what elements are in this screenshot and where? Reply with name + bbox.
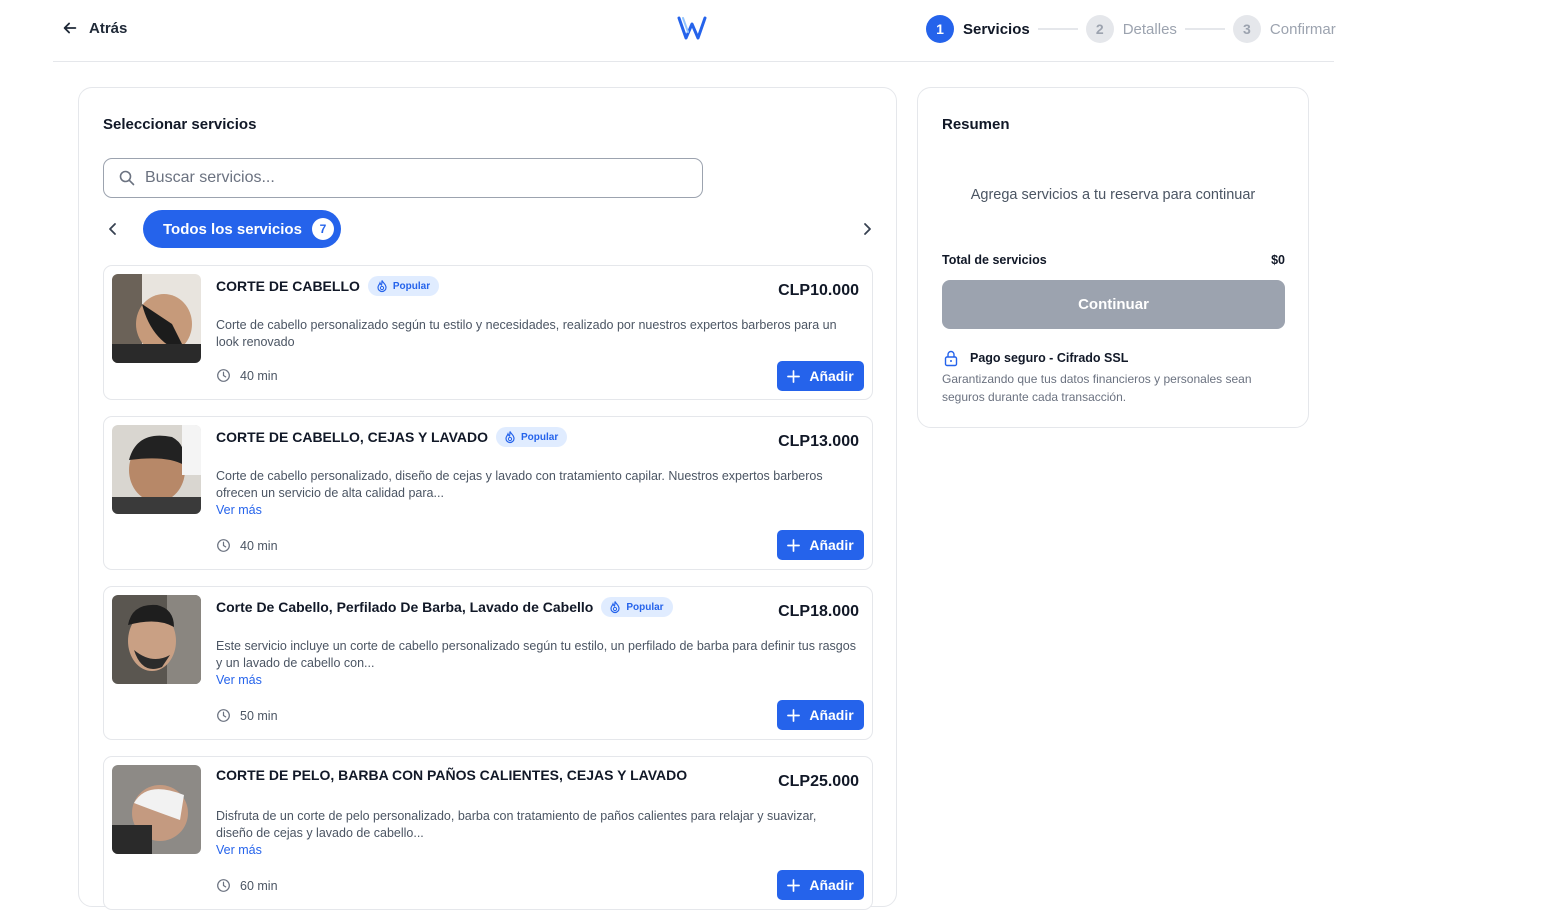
service-duration: 40 min — [216, 538, 278, 553]
badge-label: Popular — [626, 601, 664, 613]
secure-payment-note: Pago seguro - Cifrado SSL Garantizando q… — [942, 349, 1285, 406]
step-confirmar: 3 Confirmar — [1232, 15, 1336, 43]
flame-icon — [610, 601, 620, 614]
step-number: 2 — [1085, 15, 1114, 43]
service-card: CORTE DE CABELLO Popular CLP10.000 Corte… — [103, 265, 873, 400]
service-duration: 50 min — [216, 708, 278, 723]
category-bar: Todos los servicios 7 — [103, 210, 873, 248]
service-duration: 40 min — [216, 368, 278, 383]
progress-steps: 1 Servicios 2 Detalles 3 Confirmar — [926, 15, 1336, 43]
service-card: CORTE DE PELO, BARBA CON PAÑOS CALIENTES… — [103, 756, 873, 910]
plus-icon — [787, 369, 801, 383]
category-count: 7 — [311, 218, 334, 240]
duration-label: 40 min — [240, 368, 278, 383]
empty-cart-message: Agrega servicios a tu reserva para conti… — [970, 187, 1256, 203]
plus-icon — [787, 878, 801, 892]
add-label: Añadir — [809, 877, 854, 893]
service-description: Corte de cabello personalizado, diseño d… — [216, 469, 823, 500]
step-label: Detalles — [1122, 20, 1177, 38]
step-number: 1 — [926, 15, 954, 43]
service-photo — [112, 274, 201, 363]
service-title: CORTE DE CABELLO, CEJAS Y LAVADO — [216, 429, 488, 445]
plus-icon — [787, 538, 801, 552]
service-price: CLP13.000 — [778, 433, 859, 450]
back-button[interactable]: Atrás — [61, 19, 127, 37]
duration-label: 50 min — [240, 708, 278, 723]
clock-icon — [217, 709, 230, 722]
search-icon — [119, 170, 135, 186]
flame-icon — [505, 431, 515, 444]
see-more-link[interactable]: Ver más — [216, 673, 262, 687]
service-card: Corte De Cabello, Perfilado De Barba, La… — [103, 586, 873, 740]
popular-badge: Popular — [367, 276, 440, 296]
arrow-left-icon — [63, 22, 77, 34]
see-more-link[interactable]: Ver más — [216, 843, 262, 857]
service-title: CORTE DE PELO, BARBA CON PAÑOS CALIENTES… — [216, 767, 688, 783]
summary-title: Resumen — [942, 116, 1010, 133]
add-button[interactable]: Añadir — [777, 361, 864, 391]
category-all-services[interactable]: Todos los servicios 7 — [143, 210, 341, 248]
add-button[interactable]: Añadir — [777, 870, 864, 900]
service-photo — [112, 595, 201, 684]
summary-panel: Resumen Agrega servicios a tu reserva pa… — [917, 87, 1309, 428]
service-price: CLP25.000 — [778, 773, 859, 790]
badge-label: Popular — [392, 280, 431, 292]
lock-icon — [944, 350, 958, 367]
step-detalles: 2 Detalles — [1085, 15, 1177, 43]
popular-badge: Popular — [496, 427, 568, 447]
category-label: Todos los servicios — [163, 220, 302, 238]
back-label: Atrás — [89, 19, 128, 37]
step-servicios: 1 Servicios — [926, 15, 1030, 43]
plus-icon — [787, 708, 801, 722]
add-button[interactable]: Añadir — [777, 530, 864, 560]
service-photo — [112, 425, 201, 514]
service-photo — [112, 765, 201, 854]
service-price: CLP18.000 — [778, 603, 859, 620]
duration-label: 40 min — [240, 538, 278, 553]
total-label: Total de servicios — [942, 253, 1047, 267]
step-divider — [1037, 28, 1078, 30]
total-row: Total de servicios $0 — [942, 253, 1285, 267]
service-description: Este servicio incluye un corte de cabell… — [216, 639, 856, 670]
flame-icon — [377, 280, 387, 293]
step-label: Confirmar — [1269, 20, 1336, 38]
chevron-right-icon[interactable] — [857, 219, 877, 239]
logo-icon — [677, 16, 707, 40]
clock-icon — [217, 369, 230, 382]
secure-title: Pago seguro - Cifrado SSL — [970, 351, 1129, 365]
search-input[interactable] — [145, 169, 685, 187]
add-button[interactable]: Añadir — [777, 700, 864, 730]
popular-badge: Popular — [601, 597, 673, 617]
top-bar: Atrás 1 Servicios 2 Detalles 3 Confirmar — [53, 0, 1336, 62]
step-number: 3 — [1232, 15, 1261, 43]
service-description: Corte de cabello personalizado según tu … — [216, 318, 837, 349]
step-divider — [1184, 28, 1225, 30]
secure-text: Garantizando que tus datos financieros y… — [942, 372, 1252, 404]
add-label: Añadir — [809, 707, 854, 723]
total-value: $0 — [1271, 253, 1285, 267]
services-title: Seleccionar servicios — [103, 116, 257, 133]
chevron-left-icon[interactable] — [103, 219, 123, 239]
step-label: Servicios — [963, 20, 1030, 38]
add-label: Añadir — [809, 537, 854, 553]
add-label: Añadir — [809, 368, 854, 384]
service-card: CORTE DE CABELLO, CEJAS Y LAVADO Popular… — [103, 416, 873, 570]
service-price: CLP10.000 — [778, 282, 859, 299]
search-box[interactable] — [103, 158, 703, 198]
see-more-link[interactable]: Ver más — [216, 503, 262, 517]
services-panel: Seleccionar servicios Todos los servicio… — [78, 87, 897, 910]
continue-button[interactable]: Continuar — [942, 280, 1285, 329]
clock-icon — [217, 539, 230, 552]
service-title: CORTE DE CABELLO — [216, 278, 360, 294]
service-description: Disfruta de un corte de pelo personaliza… — [216, 809, 817, 840]
service-title: Corte De Cabello, Perfilado De Barba, La… — [216, 599, 594, 615]
badge-label: Popular — [521, 431, 559, 443]
